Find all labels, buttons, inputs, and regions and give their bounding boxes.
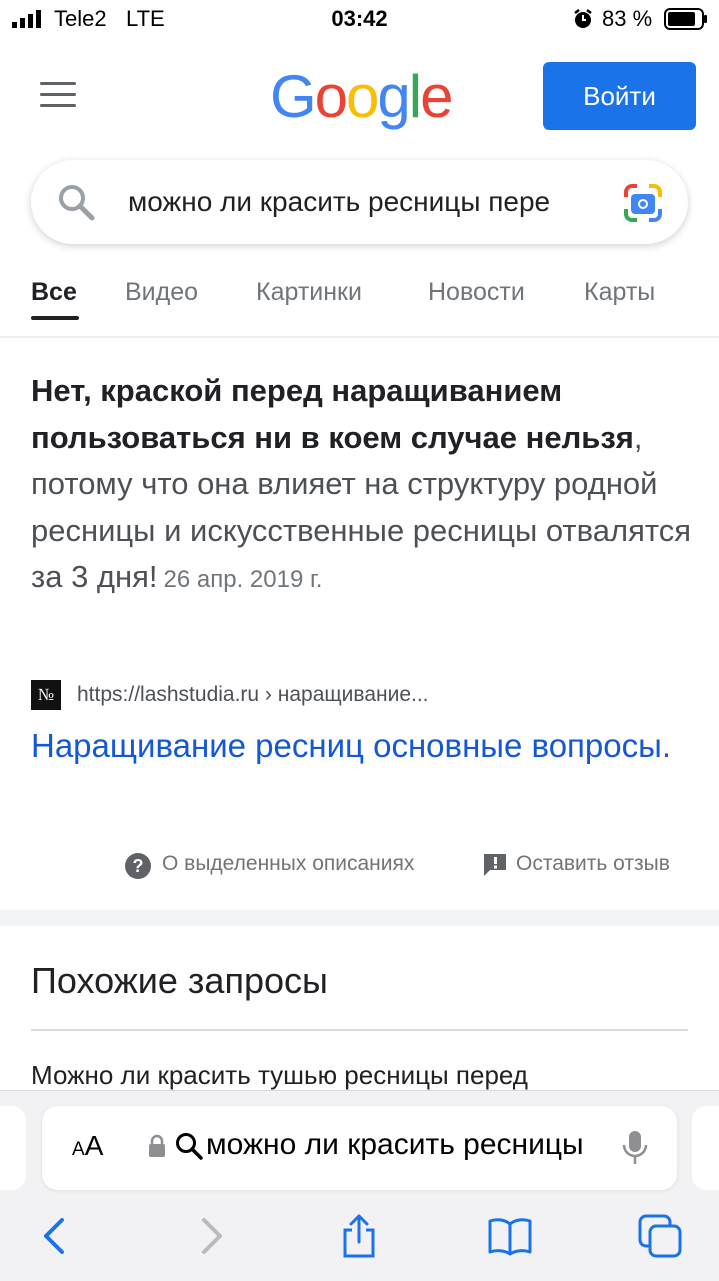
search-icon	[176, 1133, 203, 1160]
active-tab-indicator	[31, 316, 79, 320]
help-icon[interactable]: ?	[124, 852, 152, 880]
logo-letter: o	[346, 63, 379, 130]
featured-snippet-text: Нет, краской перед наращиванием пользова…	[31, 368, 691, 604]
microphone-icon[interactable]	[622, 1130, 648, 1166]
forward-icon[interactable]	[188, 1214, 232, 1258]
logo-letter: g	[377, 63, 410, 130]
tabs-icon[interactable]	[638, 1214, 682, 1258]
next-tab-peek[interactable]	[692, 1106, 719, 1190]
menu-icon[interactable]	[40, 82, 76, 110]
tabs-divider	[0, 336, 719, 338]
signin-button[interactable]: Войти	[543, 62, 696, 130]
about-snippets-link[interactable]: О выделенных описаниях	[162, 852, 414, 876]
tab-all[interactable]: Все	[31, 278, 77, 307]
feedback-icon[interactable]	[482, 852, 508, 878]
logo-letter: G	[270, 63, 317, 130]
tab-maps[interactable]: Карты	[584, 278, 655, 307]
google-lens-icon[interactable]	[622, 182, 664, 224]
search-tabs: Все Видео Картинки Новости Карты	[0, 270, 719, 330]
result-title-link[interactable]: Наращивание ресниц основные вопросы.	[31, 722, 671, 770]
snippet-date: 26 апр. 2019 г.	[163, 566, 323, 593]
related-divider	[31, 1029, 688, 1031]
svg-text:?: ?	[133, 856, 144, 876]
alarm-icon	[574, 9, 592, 28]
battery-icon	[664, 8, 707, 30]
search-input[interactable]	[128, 182, 598, 222]
snippet-bold-answer: Нет, краской перед наращиванием пользова…	[31, 373, 634, 455]
back-icon[interactable]	[34, 1214, 78, 1258]
share-icon[interactable]	[337, 1214, 381, 1258]
search-icon[interactable]	[54, 180, 98, 224]
related-searches-title: Похожие запросы	[31, 960, 328, 1001]
address-text[interactable]: можно ли красить ресницы	[206, 1128, 598, 1162]
tab-images[interactable]: Картинки	[256, 278, 362, 307]
logo-letter: o	[314, 63, 348, 130]
logo-letter: e	[420, 63, 453, 130]
google-logo[interactable]: Google	[270, 62, 454, 131]
bookmarks-icon[interactable]	[488, 1214, 532, 1258]
battery-percent: 83 %	[602, 6, 653, 31]
logo-letter: l	[408, 63, 422, 130]
source-url[interactable]: https://lashstudia.ru › наращивание...	[77, 683, 429, 707]
feedback-link[interactable]: Оставить отзыв	[516, 852, 670, 876]
section-divider	[0, 910, 719, 926]
site-favicon: №	[31, 680, 61, 710]
reader-settings-button[interactable]: AA	[72, 1130, 103, 1162]
tab-video[interactable]: Видео	[125, 278, 198, 307]
status-bar: Tele2 LTE 03:42 83 %	[0, 0, 719, 40]
tab-news[interactable]: Новости	[428, 278, 525, 307]
lock-icon	[149, 1134, 165, 1157]
related-search-item[interactable]: Можно ли красить тушью ресницы перед	[31, 1060, 528, 1091]
prev-tab-peek[interactable]	[0, 1106, 26, 1190]
